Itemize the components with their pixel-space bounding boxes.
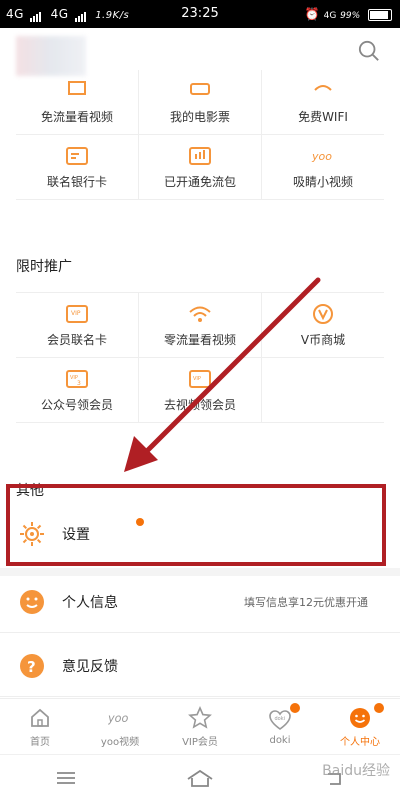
tab-label: doki xyxy=(269,735,291,746)
list-item-label: 意见反馈 xyxy=(62,659,118,675)
svg-text:yoo: yoo xyxy=(108,712,128,725)
svg-text:doki: doki xyxy=(275,716,286,722)
tab-home[interactable]: 首页 xyxy=(0,699,80,755)
personal-info-promo: 填写信息享12元优惠开通 xyxy=(244,596,368,609)
list-item-label: 个人信息 xyxy=(62,595,118,611)
doki-icon: doki xyxy=(269,710,291,730)
menu-icon[interactable] xyxy=(54,768,78,788)
notification-dot xyxy=(290,703,300,713)
tab-label: VIP会员 xyxy=(182,737,218,748)
tab-doki[interactable]: doki doki xyxy=(240,699,320,755)
tab-personal-center[interactable]: 个人中心 xyxy=(320,699,400,755)
list-item-personal-info[interactable]: 个人信息 填写信息享12元优惠开通 xyxy=(0,572,400,633)
tab-label: yoo视频 xyxy=(100,737,140,748)
tab-yoo-video[interactable]: yoo yoo视频 xyxy=(80,699,160,755)
smiley-icon xyxy=(350,708,370,728)
watermark: Baidu经验 xyxy=(322,763,390,779)
vip-star-icon xyxy=(188,706,212,729)
tab-vip[interactable]: VIP会员 xyxy=(160,699,240,755)
home-icon xyxy=(31,708,49,727)
profile-icon xyxy=(20,590,44,614)
notification-dot xyxy=(374,703,384,713)
svg-text:?: ? xyxy=(27,658,36,676)
feedback-icon: ? xyxy=(20,654,44,678)
tab-label: 首页 xyxy=(30,737,50,748)
tab-label: 个人中心 xyxy=(340,737,380,748)
yoo-icon: yoo xyxy=(108,712,128,725)
list-item-feedback[interactable]: ? 意见反馈 xyxy=(0,636,400,697)
bottom-tab-bar: 首页 yoo yoo视频 VIP会员 doki doki 个人中心 xyxy=(0,698,400,755)
home-nav-icon[interactable] xyxy=(186,768,214,788)
